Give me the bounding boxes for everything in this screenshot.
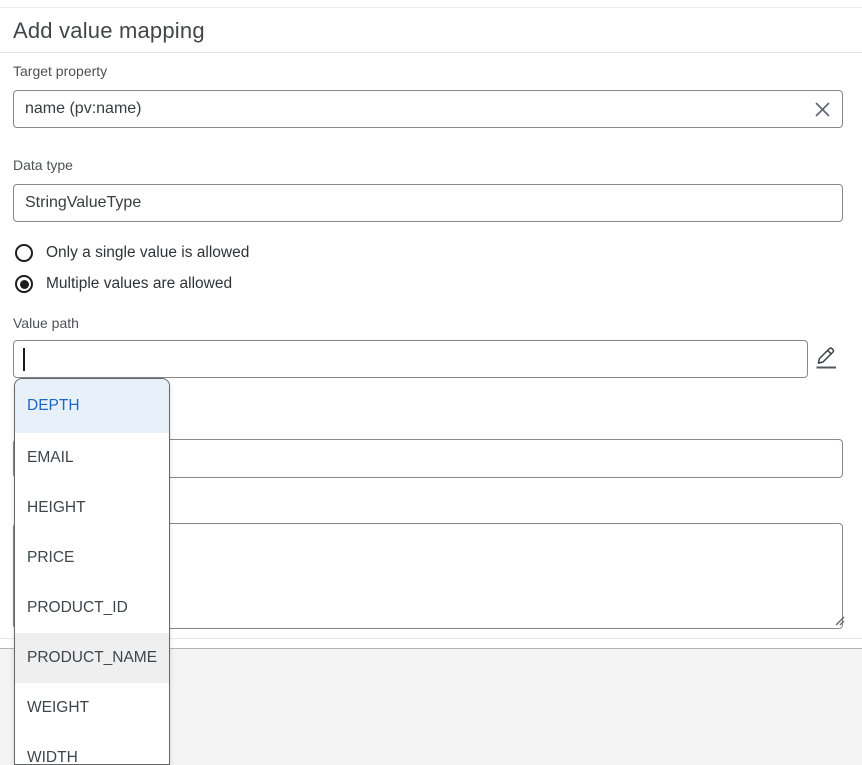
target-property-label: Target property — [13, 63, 107, 79]
radio-single-label: Only a single value is allowed — [46, 244, 249, 262]
dropdown-item-height[interactable]: HEIGHT — [15, 483, 169, 533]
text-cursor — [23, 348, 25, 371]
dropdown-item-depth[interactable]: DEPTH — [15, 379, 169, 433]
value-path-input[interactable] — [13, 340, 808, 378]
dropdown-item-product-name[interactable]: PRODUCT_NAME — [15, 633, 169, 683]
value-path-label: Value path — [13, 315, 79, 331]
top-divider — [0, 7, 862, 8]
dropdown-item-weight[interactable]: WEIGHT — [15, 683, 169, 733]
radio-single-circle-icon[interactable] — [15, 244, 33, 262]
data-type-input[interactable]: StringValueType — [13, 184, 843, 222]
title-divider — [0, 52, 862, 53]
radio-single-value[interactable]: Only a single value is allowed — [15, 244, 249, 262]
resize-handle-icon[interactable] — [833, 614, 845, 626]
dropdown-item-width[interactable]: WIDTH — [15, 733, 169, 765]
page-title: Add value mapping — [13, 18, 205, 44]
pencil-icon[interactable] — [810, 342, 842, 374]
value-path-suggestions-dropdown: DEPTH EMAIL HEIGHT PRICE PRODUCT_ID PROD… — [14, 378, 170, 765]
clear-icon[interactable] — [810, 97, 834, 121]
radio-multiple-values[interactable]: Multiple values are allowed — [15, 275, 232, 293]
radio-multiple-label: Multiple values are allowed — [46, 275, 232, 293]
target-property-input[interactable]: name (pv:name) — [13, 90, 843, 128]
radio-multiple-circle-icon[interactable] — [15, 275, 33, 293]
data-type-label: Data type — [13, 157, 73, 173]
target-property-value: name (pv:name) — [25, 100, 142, 118]
dropdown-item-price[interactable]: PRICE — [15, 533, 169, 583]
dropdown-item-product-id[interactable]: PRODUCT_ID — [15, 583, 169, 633]
dropdown-item-email[interactable]: EMAIL — [15, 433, 169, 483]
add-value-mapping-dialog: Add value mapping Target property name (… — [0, 0, 862, 765]
data-type-value: StringValueType — [25, 194, 141, 212]
